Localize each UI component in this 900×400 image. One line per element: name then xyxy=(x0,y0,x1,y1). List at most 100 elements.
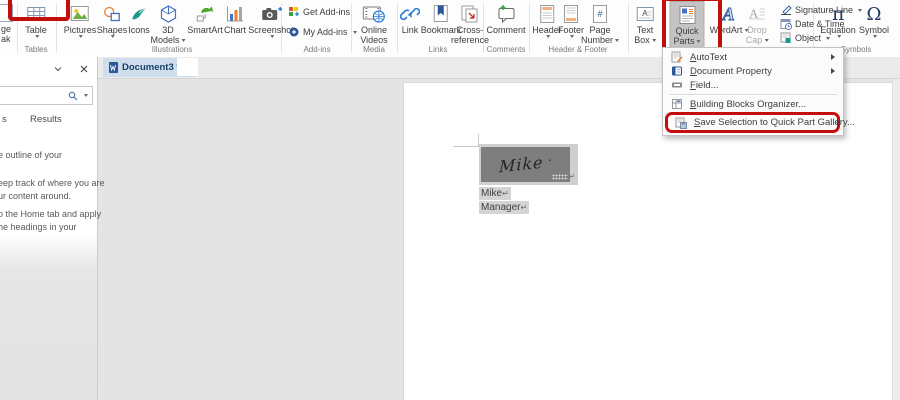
group-separator xyxy=(529,3,530,53)
get-addins-button[interactable]: Get Add-ins xyxy=(287,6,350,18)
online-video-icon xyxy=(362,3,386,25)
camera-icon xyxy=(260,3,282,25)
save-selection-highlight-box: Save Selection to Quick Part Gallery... xyxy=(665,112,855,133)
document-property-icon xyxy=(670,65,683,77)
footer-icon xyxy=(563,3,579,25)
page-break-icon xyxy=(0,4,13,22)
menu-item-save-selection[interactable]: Save Selection to Quick Part Gallery... xyxy=(668,115,855,130)
bookmark-icon xyxy=(433,3,449,25)
smartart-button[interactable]: SmartArt xyxy=(187,3,223,35)
menu-item-document-property[interactable]: Document Property xyxy=(663,64,843,78)
cross-reference-icon xyxy=(460,3,480,25)
icons-button[interactable]: Icons xyxy=(128,3,150,35)
group-label-illustrations: Illustrations xyxy=(151,45,193,54)
group-label-addins: Add-ins xyxy=(303,45,331,54)
chart-button[interactable]: Chart xyxy=(224,3,246,35)
quick-parts-button[interactable]: Quick Parts xyxy=(669,1,705,48)
page-number-button[interactable]: # Page Number xyxy=(581,3,620,45)
signature-line-icon xyxy=(779,4,792,16)
drop-cap-icon: A xyxy=(747,3,767,25)
cube-icon xyxy=(158,3,178,25)
shapes-icon xyxy=(102,3,122,25)
link-icon xyxy=(400,3,420,25)
dropdown-caret-icon xyxy=(615,38,620,42)
autotext-icon xyxy=(670,51,683,63)
dropdown-caret-icon xyxy=(569,35,574,38)
svg-text:Ω: Ω xyxy=(867,4,882,25)
bird-icon xyxy=(129,3,149,25)
navigation-search-box[interactable] xyxy=(0,86,93,105)
group-label-tables: Tables xyxy=(24,45,48,54)
group-separator xyxy=(628,3,629,53)
word-window: ge ak Table Tables Pictures Shapes Icons… xyxy=(0,0,900,400)
group-label-media: Media xyxy=(363,45,385,54)
svg-text:A: A xyxy=(642,9,648,18)
svg-text:π: π xyxy=(832,3,845,25)
dropdown-caret-icon xyxy=(78,35,83,38)
dropdown-caret-icon xyxy=(872,35,877,38)
dropdown-caret-icon xyxy=(352,30,357,34)
signature-image[interactable]: Mike · xyxy=(481,147,570,182)
addin-icon xyxy=(287,26,300,38)
object-icon xyxy=(779,32,792,44)
text-box-icon: A xyxy=(635,3,655,25)
search-icon xyxy=(68,91,78,101)
pane-options-caret-icon[interactable] xyxy=(54,66,62,72)
menu-item-building-blocks-organizer[interactable]: Building Blocks Organizer... xyxy=(663,97,843,111)
search-options-caret-icon[interactable] xyxy=(84,94,88,97)
scrollbar-gutter[interactable] xyxy=(892,78,900,400)
pane-close-icon[interactable] xyxy=(80,65,88,73)
nav-tab-results[interactable]: Results xyxy=(30,114,62,125)
group-label-header-footer: Header & Footer xyxy=(548,45,608,54)
cross-reference-button[interactable]: Cross- reference xyxy=(451,3,489,45)
save-selection-icon xyxy=(675,117,687,129)
dropdown-caret-icon xyxy=(270,35,274,38)
document-text-line[interactable]: Mike↵ xyxy=(479,187,511,200)
store-icon xyxy=(287,6,300,18)
table-button[interactable]: Table xyxy=(25,3,47,38)
nav-pane-hint-text: o the Home tab and apply xyxy=(0,209,102,219)
pictures-button[interactable]: Pictures xyxy=(64,3,96,38)
link-button[interactable]: Link xyxy=(400,3,420,35)
pictures-icon xyxy=(70,3,90,25)
comment-icon xyxy=(496,3,516,25)
svg-text:A: A xyxy=(722,4,735,24)
word-doc-icon xyxy=(109,62,118,73)
navigation-pane: s Results e outline of your eep track of… xyxy=(0,57,105,400)
comment-button[interactable]: Comment xyxy=(486,3,526,35)
nav-pane-hint-text: e outline of your xyxy=(0,150,63,160)
page-number-icon: # xyxy=(592,3,608,25)
dropdown-caret-icon xyxy=(651,38,656,42)
menu-item-autotext[interactable]: AutoText xyxy=(663,50,843,64)
paragraph-mark: ↵ xyxy=(502,189,509,198)
omega-icon: Ω xyxy=(864,3,884,25)
signature-dot: · xyxy=(547,150,553,167)
3d-models-button[interactable]: 3D Models xyxy=(150,3,186,45)
document-text-line[interactable]: Manager↵ xyxy=(479,201,530,214)
group-separator xyxy=(56,3,57,53)
paragraph-mark: ↵ xyxy=(520,203,528,212)
quick-parts-icon xyxy=(678,4,696,26)
my-addins-button[interactable]: My Add-ins xyxy=(287,26,357,38)
page-break-button[interactable]: ge ak xyxy=(1,24,11,44)
text-box-button[interactable]: A Text Box xyxy=(634,3,656,45)
smartart-icon xyxy=(195,3,215,25)
signature-handwriting: Mike xyxy=(498,152,544,177)
nav-pane-hint-text: he headings in your xyxy=(0,222,77,232)
symbol-button[interactable]: Ω Symbol xyxy=(859,3,889,38)
drop-cap-button: A Drop Cap xyxy=(746,3,769,45)
menu-item-field[interactable]: Field... xyxy=(663,78,843,92)
online-videos-button[interactable]: Online Videos xyxy=(360,3,388,45)
dropdown-caret-icon xyxy=(837,35,841,38)
wordart-button[interactable]: A WordArt xyxy=(710,3,749,35)
pi-icon: π xyxy=(828,3,848,25)
shapes-button[interactable]: Shapes xyxy=(97,3,127,38)
building-blocks-icon xyxy=(670,98,683,110)
margin-mark xyxy=(453,146,479,147)
field-icon xyxy=(670,79,683,91)
group-label-links: Links xyxy=(428,45,448,54)
nav-tab-partial[interactable]: s xyxy=(2,114,7,125)
new-document-tab-button[interactable] xyxy=(177,58,198,76)
equation-button[interactable]: π Equation xyxy=(820,3,856,38)
dropdown-caret-icon xyxy=(181,38,186,42)
